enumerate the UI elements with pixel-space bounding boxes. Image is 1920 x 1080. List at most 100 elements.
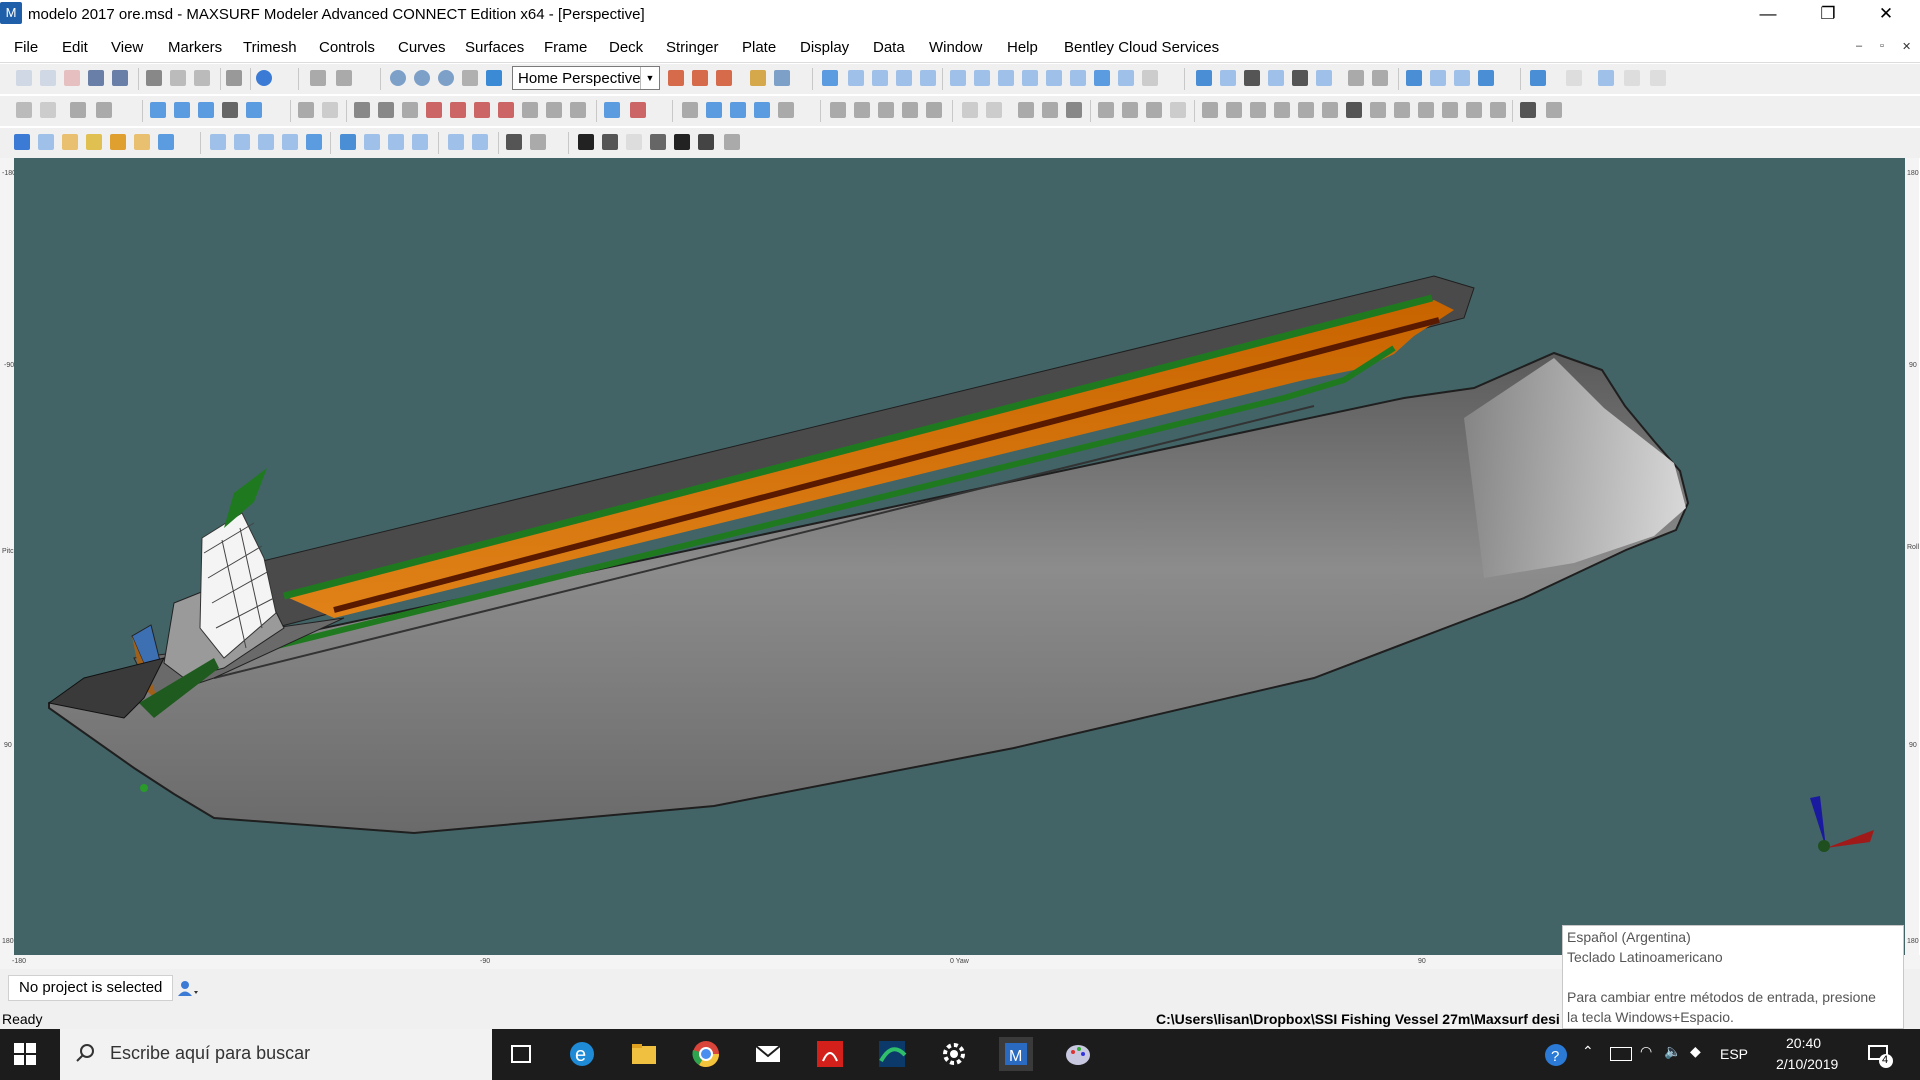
zoom-in-icon[interactable] xyxy=(390,70,406,86)
menu-trimesh[interactable]: Trimesh xyxy=(243,39,297,56)
menu-bentley-cloud[interactable]: Bentley Cloud Services xyxy=(1064,39,1219,56)
menu-stringer[interactable]: Stringer xyxy=(666,39,719,56)
contours-display-icon[interactable] xyxy=(1118,70,1134,86)
snap-icon[interactable] xyxy=(1406,70,1422,86)
menu-plate[interactable]: Plate xyxy=(742,39,776,56)
rotate-icon[interactable] xyxy=(486,70,502,86)
menu-curves[interactable]: Curves xyxy=(398,39,446,56)
menu-file[interactable]: File xyxy=(14,39,38,56)
stringer-edit-icon[interactable] xyxy=(1226,102,1242,118)
fill-icon[interactable] xyxy=(1244,70,1260,86)
zoom-fit-icon[interactable] xyxy=(438,70,454,86)
menu-controls[interactable]: Controls xyxy=(319,39,375,56)
pointer-icon[interactable] xyxy=(1292,70,1308,86)
minimize-icon[interactable]: — xyxy=(1740,0,1796,30)
copy-surface-icon[interactable] xyxy=(354,102,370,118)
render-icon[interactable] xyxy=(750,70,766,86)
deck-edit-icon[interactable] xyxy=(1170,102,1186,118)
assembly-icon[interactable] xyxy=(1316,70,1332,86)
fair-icon[interactable] xyxy=(902,102,918,118)
outline-mode-icon[interactable] xyxy=(602,134,618,150)
lasso-icon[interactable] xyxy=(40,102,56,118)
wand-icon[interactable] xyxy=(724,134,740,150)
tag-icon[interactable] xyxy=(698,134,714,150)
menu-surfaces[interactable]: Surfaces xyxy=(465,39,524,56)
visibility-icon[interactable] xyxy=(1546,102,1562,118)
curve-icon[interactable] xyxy=(322,102,338,118)
add-point-icon[interactable] xyxy=(626,134,642,150)
clock-time[interactable]: 20:40 xyxy=(1786,1035,1821,1051)
maxsurf-active-icon[interactable]: M xyxy=(999,1037,1033,1071)
display-waterlines-icon[interactable] xyxy=(896,70,912,86)
flame-icon[interactable] xyxy=(110,134,126,150)
compact-icon[interactable] xyxy=(778,102,794,118)
save-all-icon[interactable] xyxy=(112,70,128,86)
bounding-box-icon[interactable] xyxy=(222,102,238,118)
shape-1-icon[interactable] xyxy=(340,134,356,150)
strain-icon[interactable] xyxy=(1442,102,1458,118)
paste-icon[interactable] xyxy=(194,70,210,86)
report-icon[interactable] xyxy=(1348,70,1364,86)
extend-icon[interactable] xyxy=(522,102,538,118)
close-icon[interactable]: ✕ xyxy=(1858,0,1914,30)
shape-5-icon[interactable] xyxy=(448,134,464,150)
light-icon[interactable] xyxy=(62,134,78,150)
dotgrid-icon[interactable] xyxy=(1650,70,1666,86)
undo-icon[interactable] xyxy=(310,70,326,86)
close-file-icon[interactable] xyxy=(64,70,80,86)
menu-frame[interactable]: Frame xyxy=(544,39,587,56)
project-selector[interactable]: No project is selected xyxy=(8,975,174,1001)
camera-icon[interactable] xyxy=(774,70,790,86)
tray-chevron-up-icon[interactable]: ⌃ xyxy=(1582,1043,1594,1060)
split-icon[interactable] xyxy=(70,102,86,118)
wifi-icon[interactable]: ◠ xyxy=(1640,1043,1652,1060)
mdi-restore-icon[interactable]: ▫ xyxy=(1880,40,1884,52)
developability-icon[interactable] xyxy=(1418,102,1434,118)
marker-select-icon[interactable] xyxy=(14,134,30,150)
menu-deck[interactable]: Deck xyxy=(609,39,643,56)
display-surfaces-icon[interactable] xyxy=(822,70,838,86)
deck-add-icon[interactable] xyxy=(1146,102,1162,118)
smooth-icon[interactable] xyxy=(878,102,894,118)
join-icon[interactable] xyxy=(546,102,562,118)
eye-hide-icon[interactable] xyxy=(530,134,546,150)
paint-icon[interactable] xyxy=(1061,1037,1095,1071)
cut-icon[interactable] xyxy=(146,70,162,86)
select-mode-icon[interactable] xyxy=(1196,70,1212,86)
task-view-icon[interactable] xyxy=(504,1037,538,1071)
clock-date[interactable]: 2/10/2019 xyxy=(1776,1056,1838,1072)
layers-icon[interactable] xyxy=(650,134,666,150)
body-plan-icon[interactable] xyxy=(234,134,250,150)
delete-row-icon[interactable] xyxy=(450,102,466,118)
menu-view[interactable]: View xyxy=(111,39,143,56)
maxsurf-icon[interactable]: M xyxy=(0,2,22,24)
dropbox-icon[interactable]: ◆ xyxy=(1690,1043,1701,1060)
zoom-out-icon[interactable] xyxy=(414,70,430,86)
redo-icon[interactable] xyxy=(336,70,352,86)
set-home-icon[interactable] xyxy=(692,70,708,86)
material-icon[interactable] xyxy=(134,134,150,150)
display-buttocks-icon[interactable] xyxy=(872,70,888,86)
help-icon[interactable] xyxy=(256,70,272,86)
expand-icon[interactable] xyxy=(1394,102,1410,118)
unfold-icon[interactable] xyxy=(1370,102,1386,118)
hull-view-icon[interactable] xyxy=(210,134,226,150)
grid-display-icon[interactable] xyxy=(1046,70,1062,86)
move-icon[interactable] xyxy=(1220,70,1236,86)
chrome-icon[interactable] xyxy=(689,1037,723,1071)
section-icon[interactable] xyxy=(1018,102,1034,118)
window-layout-icon[interactable] xyxy=(1530,70,1546,86)
move-points-icon[interactable] xyxy=(150,102,166,118)
pitch-ruler[interactable]: -180 -90 Pitch 90 180 xyxy=(0,158,18,955)
restore-home-icon[interactable] xyxy=(716,70,732,86)
unjoin-icon[interactable] xyxy=(570,102,586,118)
hand-icon[interactable] xyxy=(1346,102,1362,118)
shape-6-icon[interactable] xyxy=(472,134,488,150)
file-explorer-icon[interactable] xyxy=(627,1037,661,1071)
user-icon[interactable] xyxy=(176,979,198,997)
notification-center-icon[interactable]: 4 xyxy=(1866,1041,1894,1069)
move-cols-icon[interactable] xyxy=(198,102,214,118)
grid-icon[interactable] xyxy=(1624,70,1640,86)
scale-icon[interactable] xyxy=(246,102,262,118)
home-view-icon[interactable] xyxy=(668,70,684,86)
